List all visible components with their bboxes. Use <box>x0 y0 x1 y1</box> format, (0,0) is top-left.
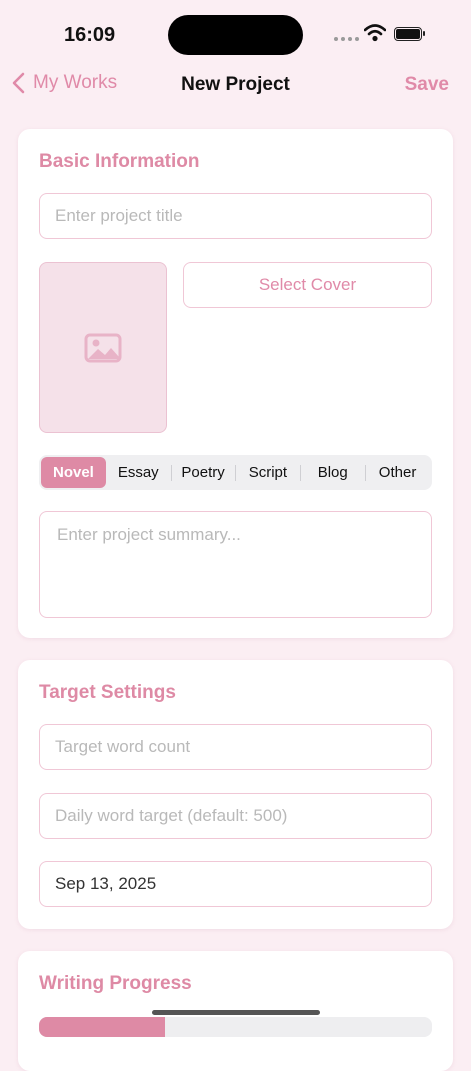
cellular-signal-icon <box>334 37 359 41</box>
status-time: 16:09 <box>64 24 116 46</box>
project-title-input[interactable]: Enter project title <box>39 193 432 239</box>
cover-preview[interactable] <box>39 262 167 433</box>
segment-script[interactable]: Script <box>235 457 300 488</box>
select-cover-button[interactable]: Select Cover <box>183 262 432 308</box>
project-type-segmented-control: Novel Essay Poetry Script Blog Other <box>39 455 432 490</box>
battery-icon <box>394 27 425 41</box>
target-word-count-input[interactable]: Target word count <box>39 724 432 770</box>
basic-information-card: Basic Information Enter project title Se… <box>18 129 453 638</box>
segment-blog[interactable]: Blog <box>300 457 365 488</box>
writing-progress-fill <box>39 1017 165 1037</box>
home-indicator <box>152 1010 320 1015</box>
status-bar: 16:09 <box>0 0 471 64</box>
section-title-basic-information: Basic Information <box>39 151 200 172</box>
dynamic-island <box>168 15 303 55</box>
project-summary-textarea[interactable]: Enter project summary... <box>39 511 432 618</box>
save-button[interactable]: Save <box>405 74 449 96</box>
navigation-bar: My Works New Project Save <box>0 64 471 106</box>
section-title-target-settings: Target Settings <box>39 682 176 703</box>
writing-progress-bar <box>39 1017 432 1037</box>
section-title-writing-progress: Writing Progress <box>39 973 192 994</box>
segment-other[interactable]: Other <box>365 457 430 488</box>
daily-word-target-input[interactable]: Daily word target (default: 500) <box>39 793 432 839</box>
page-title: New Project <box>181 74 290 95</box>
segment-novel[interactable]: Novel <box>41 457 106 488</box>
image-placeholder-icon <box>84 333 122 362</box>
date-picker-field[interactable]: Sep 13, 2025 <box>39 861 432 907</box>
segment-essay[interactable]: Essay <box>106 457 171 488</box>
wifi-icon <box>364 24 386 42</box>
target-settings-card: Target Settings Target word count Daily … <box>18 660 453 929</box>
segment-poetry[interactable]: Poetry <box>170 457 236 488</box>
